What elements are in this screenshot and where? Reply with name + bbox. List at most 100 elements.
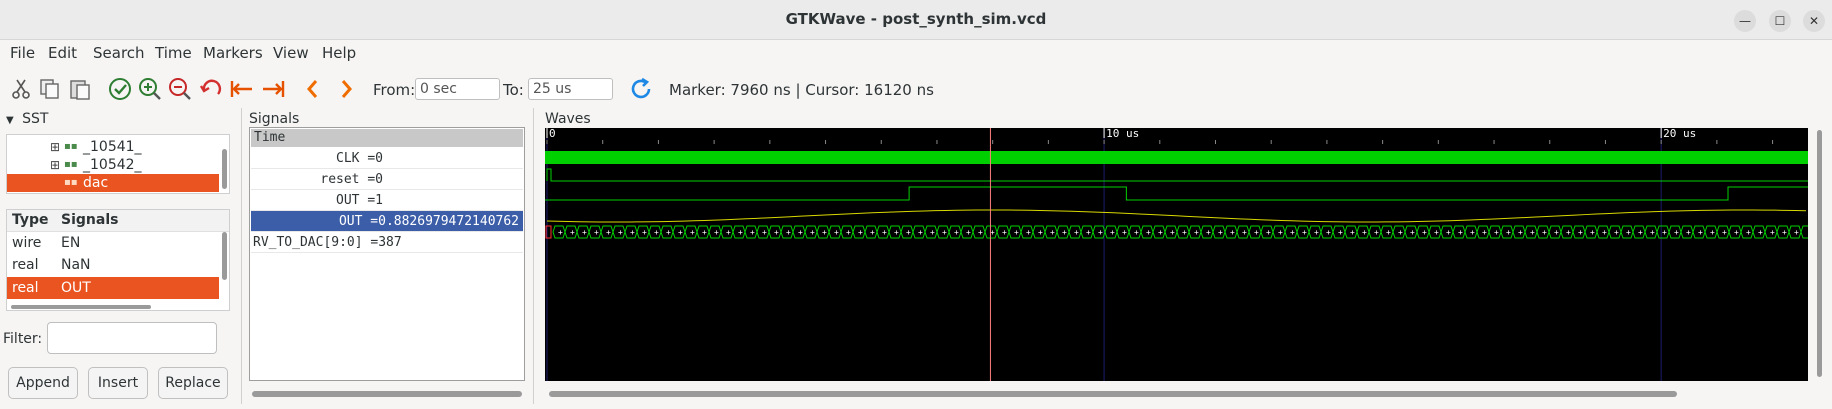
signal-name: OUT — [61, 280, 91, 296]
clk-wave — [545, 151, 1808, 164]
waves-hscrollbar[interactable] — [549, 391, 1677, 397]
expander-plus-icon[interactable]: ⊞ — [50, 156, 60, 174]
bus-value-label: + — [1350, 228, 1355, 237]
insert-button[interactable]: Insert — [88, 367, 148, 399]
tree-item-selected[interactable]: ▪▪ dac — [7, 174, 219, 192]
bus-value-label: + — [630, 228, 635, 237]
sst-table-hscrollbar[interactable] — [11, 305, 151, 309]
bus-value-label: + — [1722, 228, 1727, 237]
signals-column-header[interactable]: Signals — [61, 212, 118, 228]
module-icon: ▪▪ — [64, 141, 78, 152]
from-input[interactable]: 0 sec — [415, 78, 500, 100]
table-row[interactable]: real NaN — [7, 254, 219, 276]
replace-button[interactable]: Replace — [158, 367, 228, 399]
bus-value-label: + — [978, 228, 983, 237]
sst-table-scrollbar[interactable] — [222, 232, 227, 280]
undo-zoom-icon[interactable] — [198, 76, 224, 102]
bus-value-label: + — [1494, 228, 1499, 237]
sst-header[interactable]: ▼ SST — [6, 111, 48, 127]
signal-type: wire — [12, 235, 42, 251]
bus-value-label: + — [1506, 228, 1511, 237]
bus-value-label: + — [1518, 228, 1523, 237]
bus-value-label: + — [1146, 228, 1151, 237]
pane-separator[interactable] — [241, 108, 242, 404]
signals-hscrollbar[interactable] — [252, 391, 522, 397]
menu-file[interactable]: File — [10, 44, 35, 62]
bus-value-label: + — [1062, 228, 1067, 237]
zoom-end-icon[interactable] — [260, 76, 286, 102]
bus-value-label: + — [1434, 228, 1439, 237]
waveform-svg[interactable]: 0 10 us 20 us + + + + + + + + + + + + + + + + + + + + + + + + + + + + +… — [545, 128, 1808, 381]
append-button[interactable]: Append — [8, 367, 78, 399]
bus-value-label: + — [654, 228, 659, 237]
sst-tree-scrollbar[interactable] — [222, 149, 227, 189]
bus-value-label: + — [1530, 228, 1535, 237]
maximize-button[interactable]: ☐ — [1769, 10, 1791, 32]
minimize-button[interactable]: — — [1734, 10, 1756, 32]
bus-value-label: + — [1686, 228, 1691, 237]
expand-arrow-icon[interactable]: ▼ — [6, 115, 14, 126]
signal-type: real — [12, 280, 39, 296]
table-row-selected[interactable]: real OUT — [7, 277, 219, 299]
zoom-fit-icon[interactable] — [107, 76, 133, 102]
bus-value-label: + — [834, 228, 839, 237]
signals-list[interactable]: Time CLK =0 reset =0 OUT =1 OUT =0.88269… — [249, 127, 525, 381]
table-header: Type Signals — [7, 210, 229, 232]
to-label: To: — [503, 81, 524, 99]
cut-icon[interactable] — [8, 76, 34, 102]
filter-label: Filter: — [3, 331, 43, 347]
expander-plus-icon[interactable]: ⊞ — [50, 138, 60, 156]
tree-item[interactable]: ⊞ ▪▪ _10542_ — [7, 156, 219, 174]
menu-markers[interactable]: Markers — [203, 44, 263, 62]
bus-value-label: + — [810, 228, 815, 237]
bus-value-label: + — [618, 228, 623, 237]
filter-input[interactable] — [47, 322, 217, 354]
zoom-in-icon[interactable] — [137, 76, 163, 102]
menu-help[interactable]: Help — [322, 44, 356, 62]
tree-item-label: _10542_ — [83, 157, 142, 173]
copy-icon[interactable] — [37, 76, 63, 102]
waveform-canvas[interactable]: 0 10 us 20 us + + + + + + + + + + + + + + + + + + + + + + + + + + + + +… — [545, 128, 1808, 381]
bus-value-label: + — [570, 228, 575, 237]
bus-value-label: + — [1098, 228, 1103, 237]
menu-search[interactable]: Search — [93, 44, 145, 62]
zoom-start-icon[interactable] — [229, 76, 255, 102]
sst-signal-table[interactable]: Type Signals wire EN real NaN real OUT — [6, 209, 230, 311]
bus-value-label: + — [798, 228, 803, 237]
prev-page-icon[interactable] — [300, 76, 326, 102]
to-input[interactable]: 25 us — [528, 78, 613, 100]
bus-value-label: + — [1734, 228, 1739, 237]
bus-value-label: + — [1578, 228, 1583, 237]
waves-vscrollbar[interactable] — [1817, 130, 1822, 377]
type-column-header[interactable]: Type — [12, 212, 49, 228]
menu-view[interactable]: View — [273, 44, 309, 62]
bus-value-label: + — [894, 228, 899, 237]
bus-value-label: + — [1386, 228, 1391, 237]
bus-value-label: + — [594, 228, 599, 237]
bus-value-label: + — [1314, 228, 1319, 237]
next-page-icon[interactable] — [333, 76, 359, 102]
bus-value-label: + — [1218, 228, 1223, 237]
table-row[interactable]: wire EN — [7, 232, 219, 254]
signal-type: real — [12, 257, 39, 273]
paste-icon[interactable] — [67, 76, 93, 102]
signal-row-selected[interactable]: OUT =0.8826979472140762 — [251, 211, 523, 232]
signal-row[interactable]: RV_TO_DAC[9:0] =387 — [251, 232, 523, 253]
sst-tree[interactable]: ⊞ ▪▪ _10541_ ⊞ ▪▪ _10542_ ▪▪ dac — [6, 134, 230, 194]
close-button[interactable]: ✕ — [1803, 10, 1825, 32]
bus-value-label: + — [1026, 228, 1031, 237]
signal-row[interactable]: reset =0 — [251, 169, 523, 190]
zoom-out-icon[interactable] — [167, 76, 193, 102]
pane-separator[interactable] — [533, 108, 534, 404]
signal-row[interactable]: CLK =0 — [251, 148, 523, 169]
menu-time[interactable]: Time — [155, 44, 192, 62]
signal-row[interactable]: OUT =1 — [251, 190, 523, 211]
signals-pane-title: Signals — [249, 111, 300, 127]
tree-item[interactable]: ⊞ ▪▪ _10541_ — [7, 138, 219, 156]
reload-icon[interactable] — [628, 76, 654, 102]
bus-value-label: + — [1602, 228, 1607, 237]
bus-value-label: + — [1698, 228, 1703, 237]
bus-value-label: + — [1194, 228, 1199, 237]
menu-edit[interactable]: Edit — [48, 44, 77, 62]
bus-value-label: + — [750, 228, 755, 237]
